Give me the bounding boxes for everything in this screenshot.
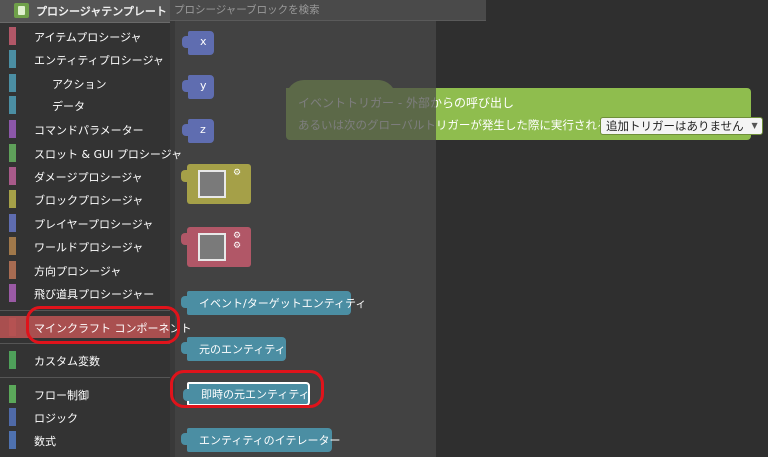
category-custom-variables[interactable]: カスタム変数: [0, 349, 170, 371]
block-connector: [182, 80, 190, 92]
category-label: エンティティプロシージャ: [34, 54, 164, 67]
category-color-swatch: [9, 351, 16, 369]
category-label: コマンドパラメーター: [34, 124, 144, 137]
trigger-dropdown[interactable]: 追加トリガーはありません ▼: [600, 117, 763, 135]
block-label: 元のエンティティ: [199, 343, 286, 356]
block-label: y: [200, 79, 207, 92]
category-direction-procedures[interactable]: 方向プロシージャ: [0, 259, 170, 281]
category-label: データ: [52, 100, 85, 113]
itemstack-block[interactable]: ⚙: [181, 164, 251, 204]
category-label: アイテムプロシージャ: [34, 31, 142, 44]
category-label: ダメージプロシージャ: [34, 171, 143, 184]
category-color-swatch: [9, 385, 16, 403]
category-toolbox: プロシージャテンプレート アイテムプロシージャ エンティティプロシージャ アクシ…: [0, 0, 192, 457]
category-color-swatch: [9, 144, 16, 162]
category-color-swatch: [9, 120, 16, 138]
category-label: アクション: [52, 78, 107, 91]
trigger-dropdown-value: 追加トリガーはありません: [606, 119, 744, 133]
category-color-swatch: [9, 190, 16, 208]
category-color-swatch: [9, 74, 16, 92]
block-label: z: [200, 123, 206, 136]
annotation-highlight: [26, 306, 180, 344]
category-color-swatch: [9, 237, 16, 255]
gear-icon[interactable]: ⚙: [233, 231, 241, 241]
category-projectile-procedures[interactable]: 飛び道具プロシージャー: [0, 282, 170, 304]
category-color-swatch: [9, 261, 16, 279]
category-damage-procedures[interactable]: ダメージプロシージャ: [0, 165, 170, 187]
category-color-swatch: [9, 96, 16, 114]
chevron-down-icon: ▼: [751, 121, 758, 130]
source-entity-block[interactable]: 元のエンティティ: [181, 337, 286, 361]
category-label: 数式: [34, 435, 56, 448]
category-item-procedures[interactable]: アイテムプロシージャ: [0, 25, 170, 47]
category-color-swatch: [9, 27, 16, 45]
category-color-swatch: [9, 167, 16, 185]
block-connector: [181, 296, 189, 308]
category-slot-gui-procedures[interactable]: スロット & GUI プロシージャ: [0, 142, 182, 164]
block-label: x: [200, 35, 207, 48]
var-y-block[interactable]: y: [182, 75, 214, 99]
gear-icon[interactable]: ⚙: [233, 241, 241, 251]
block-connector: [181, 233, 189, 245]
category-separator: [0, 377, 170, 378]
category-math[interactable]: 数式: [0, 429, 170, 451]
category-label: 方向プロシージャ: [34, 265, 122, 278]
category-label: ブロックプロシージャ: [34, 194, 144, 207]
block-label: イベント/ターゲットエンティティ: [199, 297, 367, 310]
block-connector: [182, 36, 190, 48]
category-label: プレイヤープロシージャ: [34, 218, 154, 231]
procedure-template-icon: [14, 3, 29, 18]
blockstate-block[interactable]: ⚙ ⚙: [181, 227, 251, 267]
category-label: スロット & GUI プロシージャ: [34, 148, 183, 161]
category-command-parameters[interactable]: コマンドパラメーター: [0, 118, 170, 140]
var-z-block[interactable]: z: [182, 119, 214, 143]
category-color-swatch: [9, 318, 16, 336]
category-label: ワールドプロシージャ: [34, 241, 144, 254]
category-color-swatch: [9, 431, 16, 449]
category-player-procedures[interactable]: プレイヤープロシージャ: [0, 212, 170, 234]
event-target-entity-block[interactable]: イベント/ターゲットエンティティ: [181, 291, 366, 315]
category-logic[interactable]: ロジック: [0, 406, 170, 428]
category-color-swatch: [9, 214, 16, 232]
gear-icon[interactable]: ⚙: [233, 168, 241, 178]
category-label: カスタム変数: [34, 355, 100, 368]
block-connector: [181, 342, 189, 354]
category-label: フロー制御: [34, 389, 89, 402]
workspace-scroll-region: [436, 0, 768, 457]
block-search-bar: [170, 0, 486, 21]
category-color-swatch: [9, 408, 16, 426]
category-label: ロジック: [34, 412, 78, 425]
annotation-highlight: [170, 370, 324, 408]
block-connector: [181, 433, 189, 445]
var-x-block[interactable]: x: [182, 31, 214, 55]
category-label: 飛び道具プロシージャー: [34, 288, 155, 301]
block-connector: [182, 124, 190, 136]
search-input[interactable]: [170, 0, 484, 20]
category-flow-control[interactable]: フロー制御: [0, 383, 170, 405]
block-connector: [181, 170, 189, 182]
block-label: エンティティのイテレーター: [199, 434, 341, 447]
category-color-swatch: [9, 50, 16, 68]
category-actions[interactable]: アクション: [0, 72, 170, 94]
item-slot[interactable]: [198, 170, 226, 198]
toolbox-header[interactable]: プロシージャテンプレート: [0, 0, 170, 23]
category-color-swatch: [9, 284, 16, 302]
category-data[interactable]: データ: [0, 94, 170, 116]
entity-iterator-block[interactable]: エンティティのイテレーター: [181, 428, 340, 452]
category-block-procedures[interactable]: ブロックプロシージャ: [0, 188, 170, 210]
toolbox-title: プロシージャテンプレート: [36, 5, 167, 18]
block-slot[interactable]: [198, 233, 226, 261]
category-world-procedures[interactable]: ワールドプロシージャ: [0, 235, 170, 257]
category-entity-procedures[interactable]: エンティティプロシージャ: [0, 48, 170, 70]
